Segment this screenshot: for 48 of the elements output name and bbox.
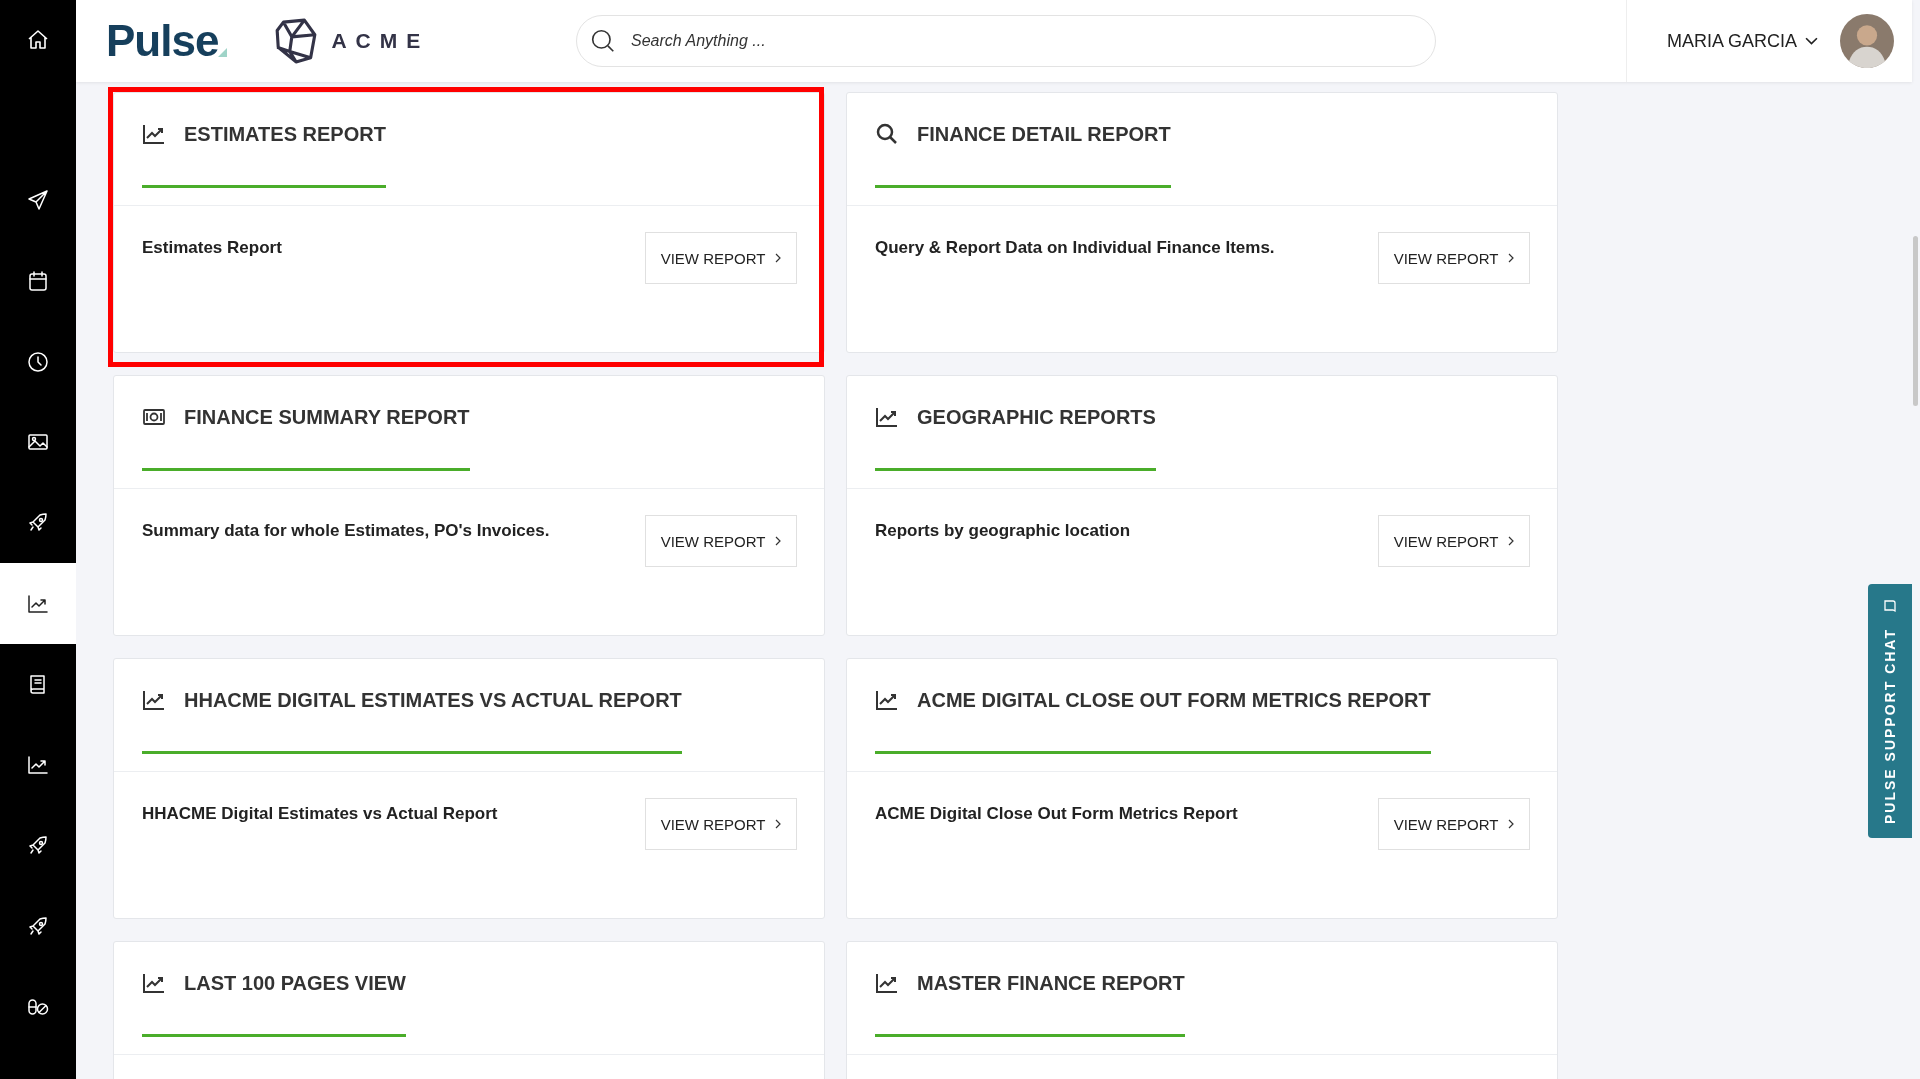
chart-icon xyxy=(142,688,166,712)
card-title: HHACME DIGITAL ESTIMATES VS ACTUAL REPORT xyxy=(184,688,682,712)
chart-icon xyxy=(142,971,166,995)
card-description: Reports by geographic location xyxy=(875,521,1131,541)
card-title: GEOGRAPHIC REPORTS xyxy=(917,405,1156,429)
chart-icon xyxy=(875,971,899,995)
acme-logo: ACME xyxy=(275,18,430,64)
chevron-down-icon xyxy=(1805,36,1818,46)
user-menu[interactable]: MARIA GARCIA xyxy=(1666,30,1818,52)
chevron-right-icon xyxy=(775,536,782,546)
card-title: ESTIMATES REPORT xyxy=(184,122,386,146)
search-field[interactable]: Search Anything ... xyxy=(576,15,1436,67)
card-description: ACME Digital Close Out Form Metrics Report xyxy=(875,804,1238,824)
card-description: Estimates Report xyxy=(142,238,282,258)
chevron-right-icon xyxy=(1508,536,1515,546)
card-description: Query & Report Data on Individual Finance Items. xyxy=(875,238,1275,258)
view-report-button[interactable]: VIEW REPORT xyxy=(1378,798,1530,850)
avatar[interactable] xyxy=(1840,14,1894,68)
scrollbar[interactable] xyxy=(1913,236,1918,406)
search-icon xyxy=(590,28,616,54)
chevron-right-icon xyxy=(775,253,782,263)
chart-icon xyxy=(875,405,899,429)
pulse-logo: Pulse xyxy=(106,16,228,66)
search-icon xyxy=(875,122,899,146)
chevron-right-icon xyxy=(775,819,782,829)
chat-icon xyxy=(1883,600,1897,614)
card-title: ACME DIGITAL CLOSE OUT FORM METRICS REPORT xyxy=(917,688,1431,712)
view-report-button[interactable]: VIEW REPORT xyxy=(645,232,797,284)
chart-icon xyxy=(142,122,166,146)
view-report-button[interactable]: VIEW REPORT xyxy=(645,798,797,850)
card-title: LAST 100 PAGES VIEW xyxy=(184,971,406,995)
view-report-button[interactable]: VIEW REPORT xyxy=(1378,232,1530,284)
card-description: Summary data for whole Estimates, PO's Invoices. xyxy=(142,521,550,541)
chart-icon xyxy=(875,688,899,712)
view-report-button[interactable]: VIEW REPORT xyxy=(645,515,797,567)
support-chat-tab[interactable]: PULSE SUPPORT CHAT xyxy=(1868,584,1912,838)
calendar-icon xyxy=(26,269,50,294)
send-icon xyxy=(26,188,50,213)
view-report-button[interactable]: VIEW REPORT xyxy=(1378,515,1530,567)
sidebar-item[interactable] xyxy=(0,563,76,645)
card-description: HHACME Digital Estimates vs Actual Report xyxy=(142,804,498,824)
card-title: FINANCE DETAIL REPORT xyxy=(917,122,1171,146)
card-title: MASTER FINANCE REPORT xyxy=(917,971,1185,995)
chevron-right-icon xyxy=(1508,253,1515,263)
clock-icon xyxy=(26,349,50,374)
card-title: FINANCE SUMMARY REPORT xyxy=(184,405,470,429)
chevron-right-icon xyxy=(1508,819,1515,829)
home-icon xyxy=(26,28,50,52)
